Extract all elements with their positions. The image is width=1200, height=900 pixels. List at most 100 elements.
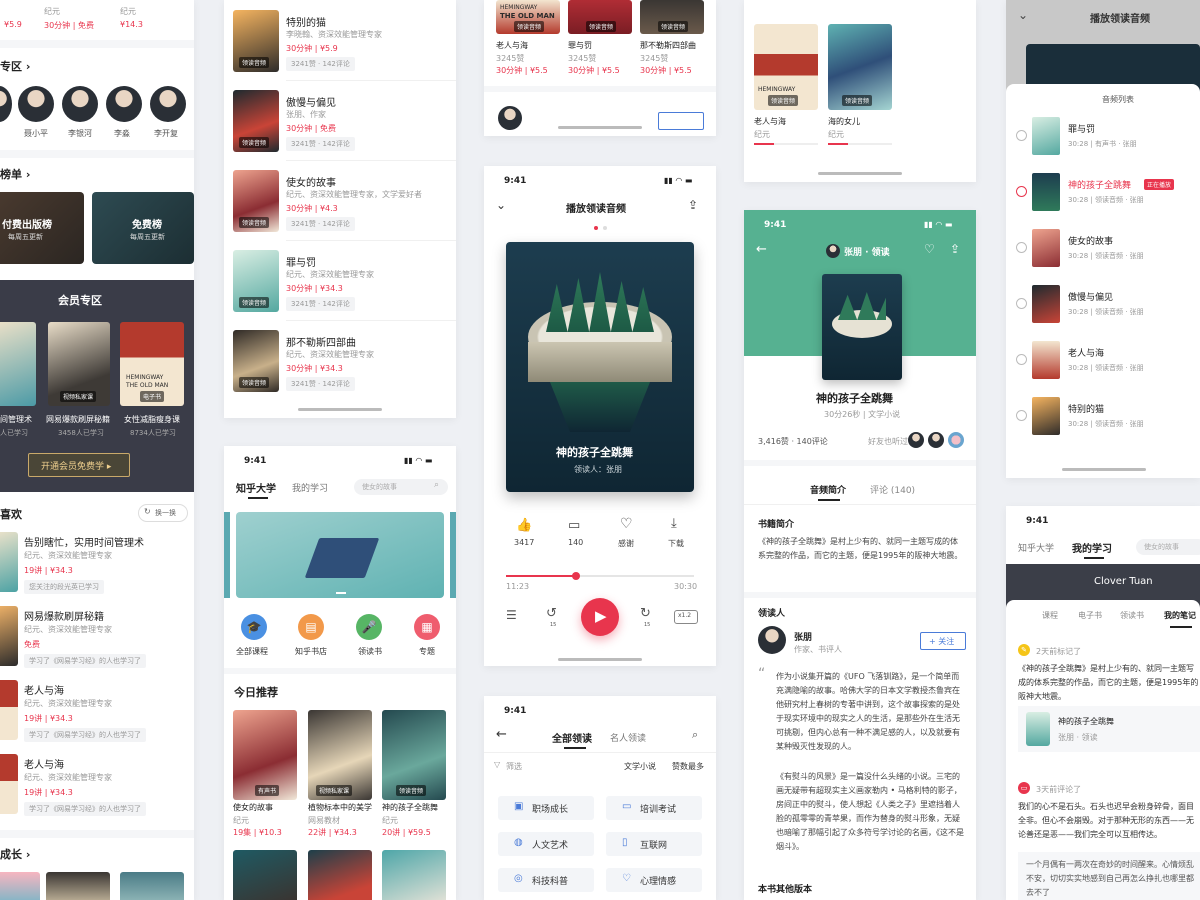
share-icon[interactable]: ⇪ [688, 198, 698, 212]
grow-cover-2[interactable] [120, 872, 184, 900]
playlist-item-0[interactable]: 罪与罚 30:28 | 有声书 · 张朋 [1006, 112, 1200, 162]
lead-book-icon[interactable]: 🎤 [356, 614, 382, 640]
rec-cover-1[interactable]: 视频私家课 [308, 710, 372, 800]
rec-title-1[interactable]: 植物标本中的美学 [308, 802, 372, 813]
tab-my-learning[interactable]: 我的学习 [292, 481, 328, 494]
heart-icon[interactable]: ♡ [620, 516, 633, 532]
like-icon[interactable]: 👍 [516, 518, 532, 533]
all-courses-icon[interactable]: 🎓 [241, 614, 267, 640]
like-cover-1[interactable] [0, 606, 18, 666]
list-title-0[interactable]: 特别的猫 [286, 14, 326, 29]
search-input[interactable]: 使女的故事 [1136, 539, 1200, 555]
rec-cover-row2-0[interactable] [233, 850, 297, 900]
progress-thumb[interactable] [572, 572, 580, 580]
expert-avatar-2[interactable] [62, 86, 98, 122]
expert-avatar-4[interactable] [150, 86, 186, 122]
search-input[interactable]: 使女的故事 ⌕ [354, 479, 448, 495]
pair-cover-1[interactable]: 领读音频 [828, 24, 892, 110]
heart-plus-icon[interactable]: ♡ [924, 242, 935, 256]
user-avatar[interactable] [498, 106, 522, 130]
filter-icon[interactable]: ▽ [494, 760, 500, 769]
banner[interactable] [236, 512, 444, 598]
rec-title-0[interactable]: 使女的故事 [233, 802, 273, 813]
pair-cover-0[interactable]: HEMINGWAY 领读音频 [754, 24, 818, 110]
chevron-down-icon[interactable]: ⌄ [496, 198, 506, 212]
reader-avatar[interactable] [758, 626, 786, 654]
comment-icon[interactable]: ▭ [568, 518, 580, 533]
expert-avatar-0[interactable] [0, 86, 12, 122]
download-icon[interactable]: ⤓ [671, 516, 677, 531]
grid-cover-2[interactable]: 领读音频 [640, 0, 704, 34]
chip-psychology[interactable]: ♡ 心理情感 [606, 868, 702, 892]
expert-avatar-1[interactable] [18, 86, 54, 122]
tab-zhihu-university[interactable]: 知乎大学 [236, 480, 276, 495]
follow-button-partial[interactable] [658, 112, 704, 130]
expert-section-title[interactable]: 专区 › [0, 58, 30, 74]
playlist-item-5[interactable]: 特别的猫 30:28 | 领读音频 · 张朋 [1006, 392, 1200, 442]
rec-cover-row2-1[interactable] [308, 850, 372, 900]
tab-comments[interactable]: 评论 (140) [870, 483, 915, 496]
playlist-item-3[interactable]: 傲慢与偏见 30:28 | 领读音频 · 张朋 [1006, 280, 1200, 330]
note2-quote-card[interactable]: 一个月偶有一两次在奇妙的时间醒来。心情烦乱不安，切切实实地感到自己再怎么挣扎也哪… [1018, 852, 1200, 900]
grow-cover-1[interactable] [46, 872, 110, 900]
list-title-3[interactable]: 罪与罚 [286, 254, 316, 269]
playlist-item-1[interactable]: 神的孩子全跳舞 正在播放 30:28 | 领读音频 · 张朋 [1006, 168, 1200, 218]
member-book-cover-0[interactable] [0, 322, 36, 406]
tab-all-reading[interactable]: 全部领读 [552, 730, 592, 745]
speed-button[interactable]: x1.2 [674, 610, 698, 624]
playlist-item-2[interactable]: 使女的故事 30:28 | 领读音频 · 张朋 [1006, 224, 1200, 274]
chip-arts[interactable]: ◍ 人文艺术 [498, 832, 594, 856]
like-cover-2[interactable] [0, 680, 18, 740]
tab-audio-intro[interactable]: 音频简介 [810, 483, 846, 496]
list-cover-4[interactable]: 领读音频 [233, 330, 279, 392]
rec-cover-2[interactable]: 领读音频 [382, 710, 446, 800]
forward-icon[interactable]: ↻ [640, 606, 651, 621]
chip-internet[interactable]: ▯ 互联网 [606, 832, 702, 856]
subtab-my-notes[interactable]: 我的笔记 [1164, 610, 1196, 621]
expert-avatar-3[interactable] [106, 86, 142, 122]
list-title-2[interactable]: 使女的故事 [286, 174, 336, 189]
pair-title-0[interactable]: 老人与海 [754, 116, 786, 127]
rewind-icon[interactable]: ↺ [546, 606, 557, 621]
like-title-3[interactable]: 老人与海 [24, 756, 64, 771]
filter-label[interactable]: 筛选 [506, 761, 522, 772]
rank-section-title[interactable]: 榜单 › [0, 166, 30, 182]
grid-title-2[interactable]: 那不勒斯四部曲 [640, 40, 696, 51]
note1-book-card[interactable]: 神的孩子全跳舞 张朋 · 领读 [1018, 706, 1200, 752]
topic-icon[interactable]: ▦ [414, 614, 440, 640]
subtab-ebooks[interactable]: 电子书 [1078, 610, 1102, 621]
rec-title-2[interactable]: 神的孩子全跳舞 [382, 802, 438, 813]
rec-cover-row2-2[interactable] [382, 850, 446, 900]
refresh-button[interactable]: ↻ 换一换 [138, 504, 188, 522]
tab-my-learning[interactable]: 我的学习 [1072, 540, 1112, 555]
share-icon[interactable]: ⇪ [950, 242, 960, 256]
playlist-item-4[interactable]: 老人与海 30:28 | 领读音频 · 张朋 [1006, 336, 1200, 386]
list-title-1[interactable]: 傲慢与偏见 [286, 94, 336, 109]
search-icon[interactable]: ⌕ [692, 728, 698, 742]
back-arrow-icon[interactable]: ← [496, 727, 507, 742]
like-title-0[interactable]: 告别瞎忙，实用时间管理术 [24, 534, 144, 549]
grow-section-title[interactable]: 成长 › [0, 846, 30, 862]
rank-card-free[interactable]: 免费榜 每周五更新 [92, 192, 194, 264]
chip-science[interactable]: ◎ 科技科普 [498, 868, 594, 892]
like-cover-3[interactable] [0, 754, 18, 814]
member-book-cover-1[interactable]: 视频私家课 [48, 322, 110, 406]
sort-category[interactable]: 文学小说 [624, 761, 656, 772]
friend-avatar-1[interactable] [928, 432, 944, 448]
like-title-2[interactable]: 老人与海 [24, 682, 64, 697]
member-book-cover-2[interactable]: HEMINGWAY THE OLD MAN 电子书 [120, 322, 184, 406]
bookstore-icon[interactable]: ▤ [298, 614, 324, 640]
grow-cover-0[interactable] [0, 872, 40, 900]
list-cover-2[interactable]: 领读音频 [233, 170, 279, 232]
grid-title-1[interactable]: 罪与罚 [568, 40, 592, 51]
friend-avatar-2[interactable] [948, 432, 964, 448]
tab-celebrity-reading[interactable]: 名人领读 [610, 731, 646, 744]
list-title-4[interactable]: 那不勒斯四部曲 [286, 334, 356, 349]
pair-title-1[interactable]: 海的女儿 [828, 116, 860, 127]
playlist-icon[interactable]: ☰ [506, 608, 517, 622]
grid-title-0[interactable]: 老人与海 [496, 40, 528, 51]
subtab-lead-books[interactable]: 领读书 [1120, 610, 1144, 621]
play-button[interactable]: ▶ [581, 598, 619, 636]
subtab-courses[interactable]: 课程 [1042, 610, 1058, 621]
chip-career[interactable]: ▣ 职场成长 [498, 796, 594, 820]
